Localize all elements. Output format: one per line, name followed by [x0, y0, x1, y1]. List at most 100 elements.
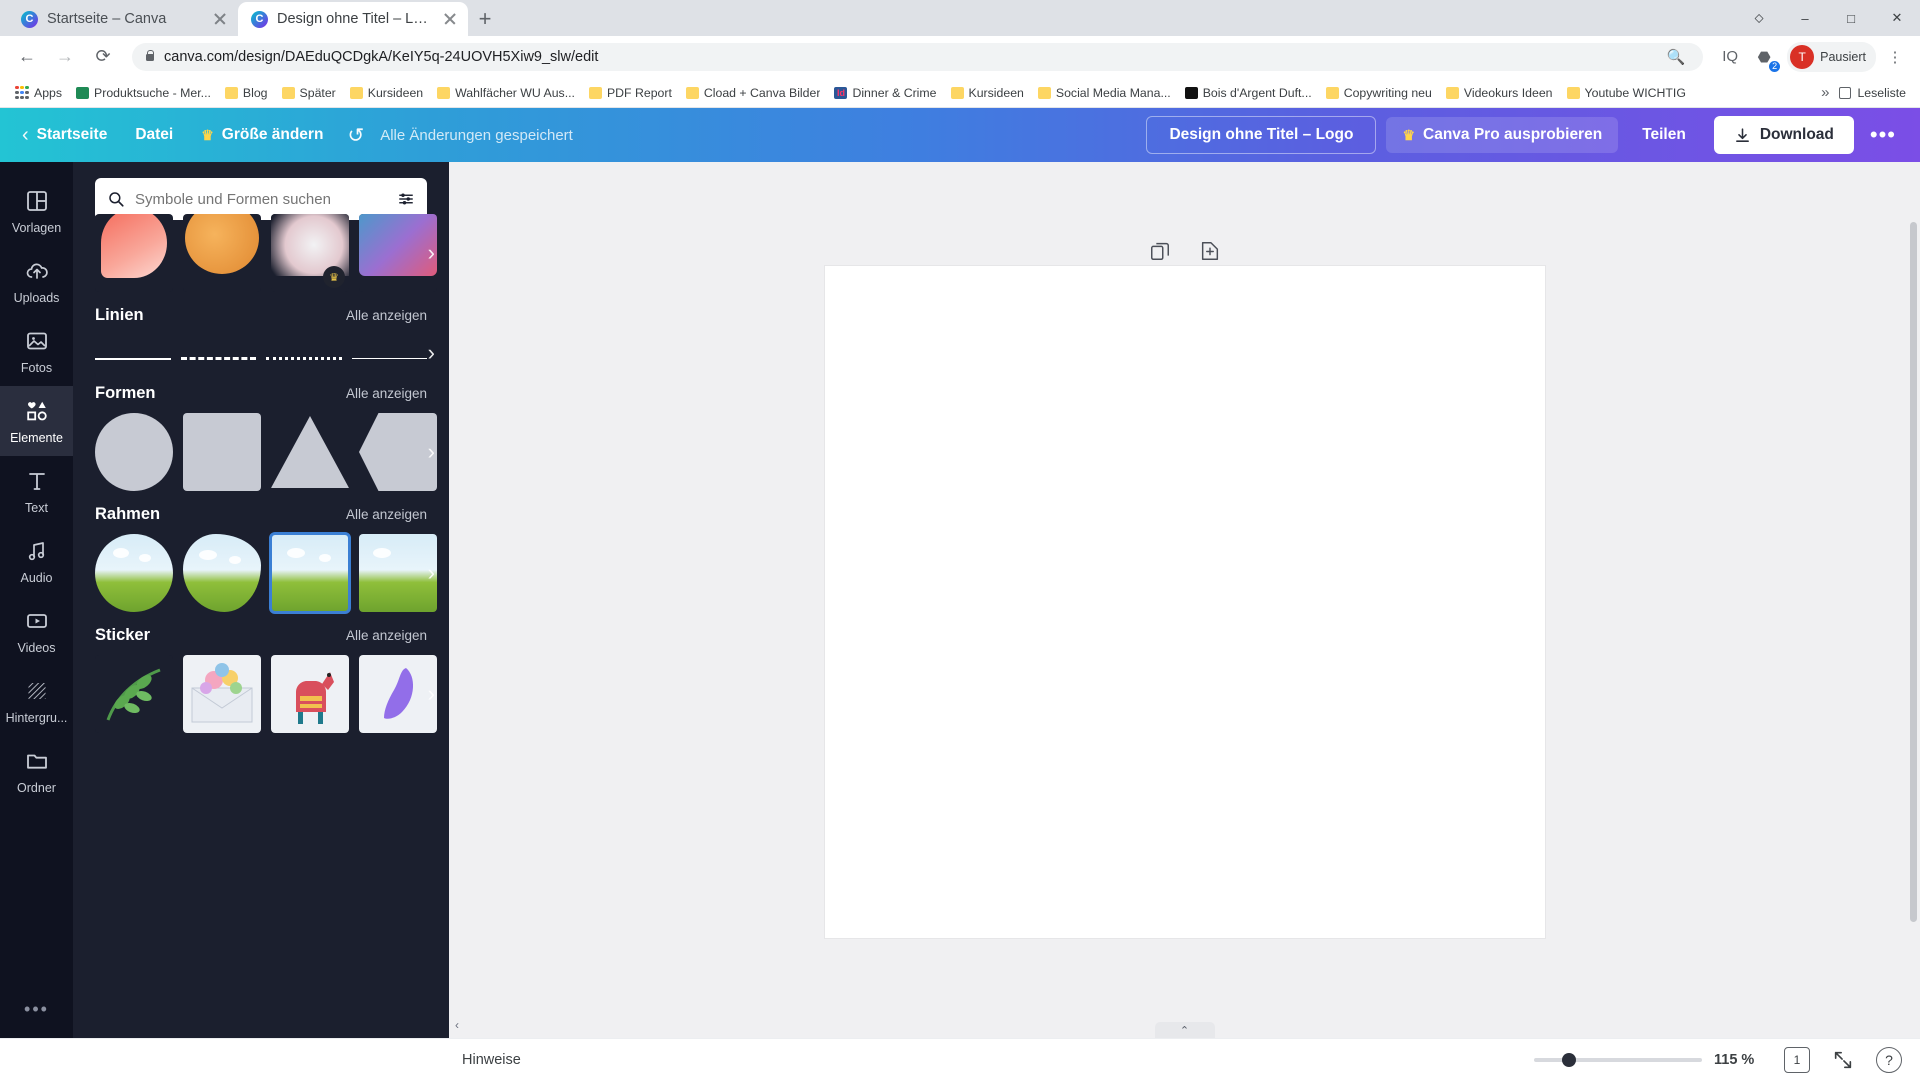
bookmark-item[interactable]: Wahlfächer WU Aus...	[430, 83, 582, 103]
graphic-thumb[interactable]	[183, 214, 261, 292]
bookmark-item[interactable]: Copywriting neu	[1319, 83, 1439, 103]
sidebar-item-ordner[interactable]: Ordner	[0, 736, 73, 806]
line-dotted[interactable]	[266, 357, 342, 360]
page-count-button[interactable]: 1	[1784, 1046, 1810, 1073]
canvas-area[interactable]: ⌃ ‹	[449, 162, 1920, 1038]
sticker-leaf[interactable]	[95, 655, 173, 733]
frame-square[interactable]	[269, 532, 351, 614]
bookmark-item[interactable]: Kursideen	[944, 83, 1031, 103]
bookmark-item[interactable]: PDF Report	[582, 83, 679, 103]
add-page-icon[interactable]	[1199, 240, 1221, 262]
bookmark-item[interactable]: Bois d'Argent Duft...	[1178, 83, 1319, 103]
sidebar-more-button[interactable]: •••	[24, 979, 49, 1038]
next-arrow-icon[interactable]: ›	[428, 439, 435, 465]
duplicate-page-icon[interactable]	[1149, 240, 1171, 262]
reading-list-button[interactable]: Leseliste	[1839, 86, 1912, 100]
bookmark-item[interactable]: Videokurs Ideen	[1439, 83, 1560, 103]
help-icon[interactable]: ?	[1876, 1046, 1902, 1073]
share-button[interactable]: Teilen	[1624, 117, 1704, 153]
see-all-link[interactable]: Alle anzeigen	[346, 386, 427, 401]
close-window-button[interactable]: ✕	[1874, 0, 1920, 36]
zoom-slider-handle[interactable]	[1562, 1052, 1576, 1067]
zoom-control[interactable]: 115 %	[1534, 1052, 1762, 1068]
frame-blob[interactable]	[183, 534, 261, 612]
more-options-button[interactable]: •••	[1860, 116, 1906, 154]
folder-icon	[24, 748, 50, 774]
bookmark-apps[interactable]: Apps	[8, 83, 69, 103]
sidebar-item-hintergrund[interactable]: Hintergru...	[0, 666, 73, 736]
next-arrow-icon[interactable]: ›	[428, 240, 435, 266]
bookmarks-overflow-button[interactable]: »	[1811, 84, 1839, 101]
shape-pentagon[interactable]	[359, 413, 437, 491]
sticker-feather[interactable]	[359, 655, 437, 733]
design-title-input[interactable]: Design ohne Titel – Logo	[1146, 116, 1377, 154]
browser-tab-2[interactable]: C Design ohne Titel – Logo	[238, 2, 468, 36]
undo-icon[interactable]: ↺	[337, 115, 374, 156]
search-icon[interactable]: 🔍	[1661, 42, 1691, 72]
home-button[interactable]: ‹ Startseite	[8, 116, 121, 155]
canva-pro-button[interactable]: ♛ Canva Pro ausprobieren	[1386, 117, 1619, 153]
download-button[interactable]: Download	[1713, 116, 1854, 154]
bookmark-item[interactable]: Kursideen	[343, 83, 430, 103]
graphic-thumb[interactable]	[359, 214, 437, 292]
shape-square[interactable]	[183, 413, 261, 491]
bookmark-item[interactable]: Produktsuche - Mer...	[69, 83, 218, 103]
frame-rect[interactable]	[359, 534, 437, 612]
next-arrow-icon[interactable]: ›	[428, 340, 435, 366]
profile-chip[interactable]: T Pausiert	[1787, 41, 1876, 72]
next-arrow-icon[interactable]: ›	[428, 681, 435, 707]
reload-icon[interactable]: ⟳	[86, 40, 120, 74]
browser-tab-1[interactable]: C Startseite – Canva	[8, 2, 238, 36]
panel-toggle-button[interactable]: ⌃	[1154, 1022, 1215, 1038]
resize-button[interactable]: ♛ Größe ändern	[187, 118, 337, 152]
maximize-button[interactable]: □	[1828, 0, 1874, 36]
bookmark-item[interactable]: Id Dinner & Crime	[827, 83, 943, 103]
line-thin[interactable]	[351, 357, 427, 360]
sidebar-item-text[interactable]: Text	[0, 456, 73, 526]
bookmark-item[interactable]: Cload + Canva Bilder	[679, 83, 828, 103]
bookmark-item[interactable]: Blog	[218, 83, 275, 103]
vertical-scrollbar[interactable]	[1910, 222, 1917, 922]
bookmark-item[interactable]: Youtube WICHTIG	[1560, 83, 1693, 103]
back-icon[interactable]: ←	[10, 40, 44, 74]
graphic-thumb[interactable]: ♛	[271, 214, 349, 292]
line-dashed[interactable]	[180, 357, 256, 360]
forward-icon[interactable]: →	[48, 40, 82, 74]
see-all-link[interactable]: Alle anzeigen	[346, 308, 427, 323]
file-menu-button[interactable]: Datei	[121, 118, 187, 152]
zoom-slider[interactable]	[1534, 1052, 1702, 1067]
iq-extension-icon[interactable]: IQ	[1715, 42, 1745, 72]
sidebar-item-audio[interactable]: Audio	[0, 526, 73, 596]
shape-triangle[interactable]	[271, 413, 349, 491]
minimize-button[interactable]: –	[1782, 0, 1828, 36]
graphic-thumb[interactable]	[95, 214, 173, 292]
scroll-left-icon[interactable]: ‹	[455, 1018, 459, 1032]
sticker-envelope[interactable]	[183, 655, 261, 733]
notes-button[interactable]: Hinweise	[462, 1052, 521, 1068]
new-tab-button[interactable]: +	[468, 2, 502, 36]
see-all-link[interactable]: Alle anzeigen	[346, 628, 427, 643]
next-arrow-icon[interactable]: ›	[428, 560, 435, 586]
shape-circle[interactable]	[95, 413, 173, 491]
expand-icon[interactable]	[1832, 1049, 1854, 1071]
close-icon[interactable]	[212, 11, 228, 27]
bookmark-item[interactable]: Später	[275, 83, 343, 103]
design-canvas-page[interactable]	[824, 266, 1545, 938]
bookmark-item[interactable]: Social Media Mana...	[1031, 83, 1178, 103]
close-icon[interactable]	[442, 11, 458, 27]
see-all-link[interactable]: Alle anzeigen	[346, 507, 427, 522]
extension-icon[interactable]: ⬦	[1736, 0, 1782, 36]
sidebar-item-elemente[interactable]: Elemente	[0, 386, 73, 456]
sidebar-item-videos[interactable]: Videos	[0, 596, 73, 666]
sidebar-item-vorlagen[interactable]: Vorlagen	[0, 176, 73, 246]
address-bar[interactable]: canva.com/design/DAEduQCDgkA/KeIY5q-24UO…	[132, 42, 1704, 72]
search-input[interactable]	[135, 190, 387, 208]
line-solid[interactable]	[95, 357, 171, 360]
sidebar-item-fotos[interactable]: Fotos	[0, 316, 73, 386]
frame-circle[interactable]	[95, 534, 173, 612]
filter-sliders-icon[interactable]	[397, 190, 415, 208]
sticker-llama[interactable]	[271, 655, 349, 733]
sidebar-item-uploads[interactable]: Uploads	[0, 246, 73, 316]
chrome-menu-icon[interactable]: ⋮	[1880, 42, 1910, 72]
extensions-icon[interactable]: ⬣ 2	[1749, 42, 1781, 72]
